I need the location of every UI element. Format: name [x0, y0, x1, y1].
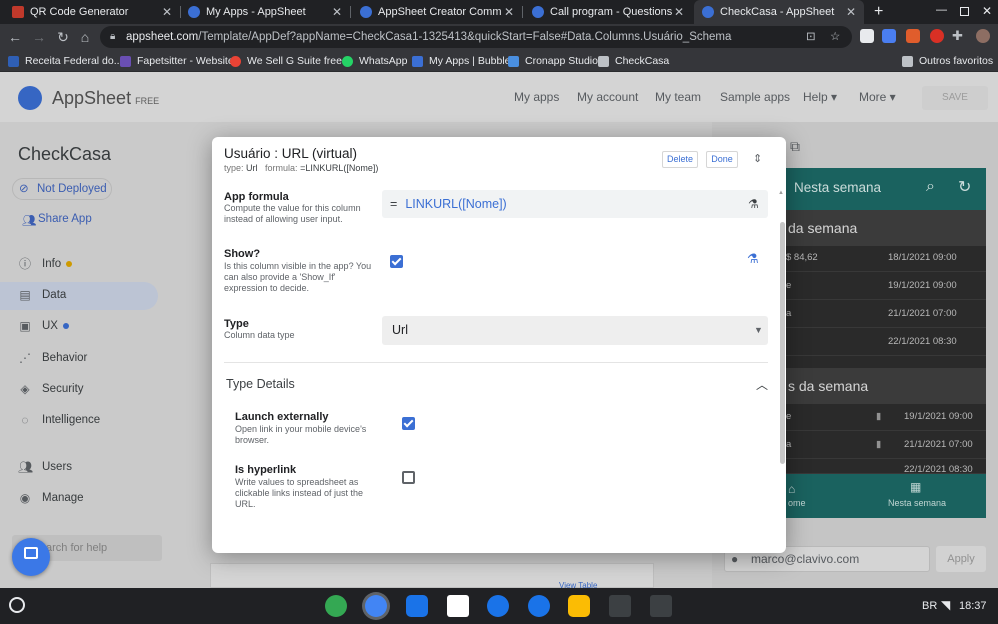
whatsapp-icon	[342, 55, 353, 67]
tab-my-apps[interactable]: My Apps - AppSheet ✕	[180, 0, 350, 24]
text-editor-icon[interactable]	[609, 595, 631, 617]
bookmark-item[interactable]: Cronapp Studio	[508, 50, 598, 72]
tab-title: QR Code Generator	[30, 6, 129, 18]
bookmark-favicon-icon	[120, 55, 131, 67]
tab-title: CheckCasa - AppSheet	[720, 6, 835, 18]
tab-title: My Apps - AppSheet	[206, 6, 306, 18]
divider	[224, 362, 768, 363]
show-label: Show?	[224, 248, 261, 260]
bookmark-item[interactable]: CheckCasa	[598, 50, 669, 72]
url-path: /Template/AppDef?appName=CheckCasa1-1325…	[198, 31, 732, 43]
messages-icon[interactable]	[528, 595, 550, 617]
chevron-down-icon: ▼	[754, 325, 763, 335]
wifi-icon[interactable]: ◥	[941, 598, 950, 612]
keep-icon[interactable]	[568, 595, 590, 617]
lock-icon: 🔒︎	[110, 31, 116, 42]
puzzle-icon[interactable]: ✚	[952, 28, 963, 44]
type-help: Column data type	[224, 330, 295, 340]
tab-call-program[interactable]: Call program - Questions - AppS ✕	[524, 0, 692, 24]
chrome-icon[interactable]	[365, 595, 387, 617]
app-icon[interactable]	[325, 595, 347, 617]
close-window-icon[interactable]: ✕	[982, 4, 992, 18]
bookmark-favicon-icon	[8, 55, 19, 67]
forward-icon[interactable]: →	[30, 28, 48, 46]
appsheet-favicon-icon	[532, 6, 544, 18]
calendar-icon[interactable]	[447, 595, 469, 617]
chat-button[interactable]	[12, 538, 50, 576]
extension-icon[interactable]	[882, 29, 896, 43]
bookmark-favicon-icon	[412, 55, 423, 67]
keyboard-language[interactable]: BR	[922, 600, 937, 612]
chevron-up-icon[interactable]: ︿	[756, 376, 768, 393]
bookmark-favicon-icon	[230, 55, 241, 67]
avatar[interactable]	[976, 29, 990, 43]
qr-favicon-icon	[12, 6, 24, 18]
bookmark-item[interactable]: Receita Federal do...	[8, 50, 122, 72]
bookmark-item[interactable]: We Sell G Suite free...	[230, 50, 351, 72]
type-details-heading[interactable]: Type Details	[226, 377, 295, 391]
chat-icon	[24, 547, 38, 559]
maximize-icon[interactable]	[960, 7, 969, 16]
is-hyperlink-help: Write values to spreadsheet as clickable…	[235, 477, 364, 509]
show-checkbox[interactable]	[390, 255, 403, 268]
is-hyperlink-checkbox[interactable]	[402, 471, 415, 484]
tab-title: AppSheet Creator Community - E	[378, 6, 502, 18]
url-host: appsheet.com	[126, 31, 199, 43]
folder-icon	[598, 55, 609, 67]
extension-icon[interactable]	[860, 29, 874, 43]
bookmark-favicon-icon	[508, 55, 519, 67]
bookmark-item[interactable]: Fapetsitter - Website	[120, 50, 234, 72]
tab-title: Call program - Questions - AppS	[550, 6, 672, 18]
appsheet-favicon-icon	[360, 6, 372, 18]
scroll-up-icon[interactable]: ▲	[778, 190, 784, 196]
minimize-icon[interactable]: —	[936, 4, 947, 16]
expand-icon[interactable]: ⇕	[753, 152, 762, 165]
type-label: Type	[224, 318, 249, 330]
dialog-title: Usuário : URL (virtual)	[224, 146, 358, 161]
tab-checkcasa[interactable]: CheckCasa - AppSheet ✕	[694, 0, 864, 24]
bookmark-item[interactable]: My Apps | Bubble	[412, 50, 511, 72]
flask-icon[interactable]: ⚗	[748, 190, 759, 218]
new-tab-icon[interactable]: +	[874, 3, 883, 21]
files-icon[interactable]	[406, 595, 428, 617]
close-icon[interactable]: ✕	[330, 5, 344, 19]
contacts-icon[interactable]	[487, 595, 509, 617]
bookmark-item[interactable]: WhatsApp	[342, 50, 407, 72]
clock[interactable]: 18:37	[959, 600, 987, 612]
close-icon[interactable]: ✕	[672, 5, 686, 19]
delete-button[interactable]: Delete	[662, 151, 698, 168]
dialog-scrollbar[interactable]	[780, 222, 785, 464]
app-formula-input[interactable]: = LINKURL([Nome]) ⚗	[382, 190, 768, 218]
close-icon[interactable]: ✕	[160, 5, 174, 19]
other-bookmarks[interactable]: Outros favoritos	[902, 50, 993, 72]
flask-icon[interactable]: ⚗	[747, 251, 759, 267]
app-formula-label: App formula	[224, 191, 289, 203]
translate-icon[interactable]: ⊡	[806, 26, 816, 48]
appsheet-favicon-icon	[702, 6, 714, 18]
back-icon[interactable]: ←	[6, 28, 24, 46]
show-help: Is this column visible in the app? You c…	[224, 261, 372, 293]
terminal-icon[interactable]	[650, 595, 672, 617]
tab-qr-code[interactable]: QR Code Generator ✕	[4, 0, 180, 24]
app-formula-help: Compute the value for this column instea…	[224, 203, 361, 224]
extension-icon[interactable]	[930, 29, 944, 43]
close-icon[interactable]: ✕	[502, 5, 516, 19]
tab-creator-community[interactable]: AppSheet Creator Community - E ✕	[352, 0, 522, 24]
dialog-subtitle: type: Url formula: =LINKURL([Nome])	[224, 163, 379, 173]
close-icon[interactable]: ✕	[844, 5, 858, 19]
address-bar[interactable]: 🔒︎ appsheet.com/Template/AppDef?appName=…	[100, 26, 852, 48]
extension-icon[interactable]	[906, 29, 920, 43]
launch-externally-label: Launch externally	[235, 411, 329, 423]
home-icon[interactable]: ⌂	[76, 28, 94, 46]
is-hyperlink-label: Is hyperlink	[235, 464, 297, 476]
folder-icon	[902, 55, 913, 67]
done-button[interactable]: Done	[706, 151, 738, 168]
bookmark-star-icon[interactable]: ☆	[830, 26, 840, 48]
appsheet-favicon-icon	[188, 6, 200, 18]
launch-externally-checkbox[interactable]	[402, 417, 415, 430]
launcher-icon[interactable]	[9, 597, 25, 613]
reload-icon[interactable]: ↻	[54, 28, 72, 46]
launch-externally-help: Open link in your mobile device's browse…	[235, 424, 367, 445]
type-select[interactable]: Url ▼	[382, 316, 768, 345]
